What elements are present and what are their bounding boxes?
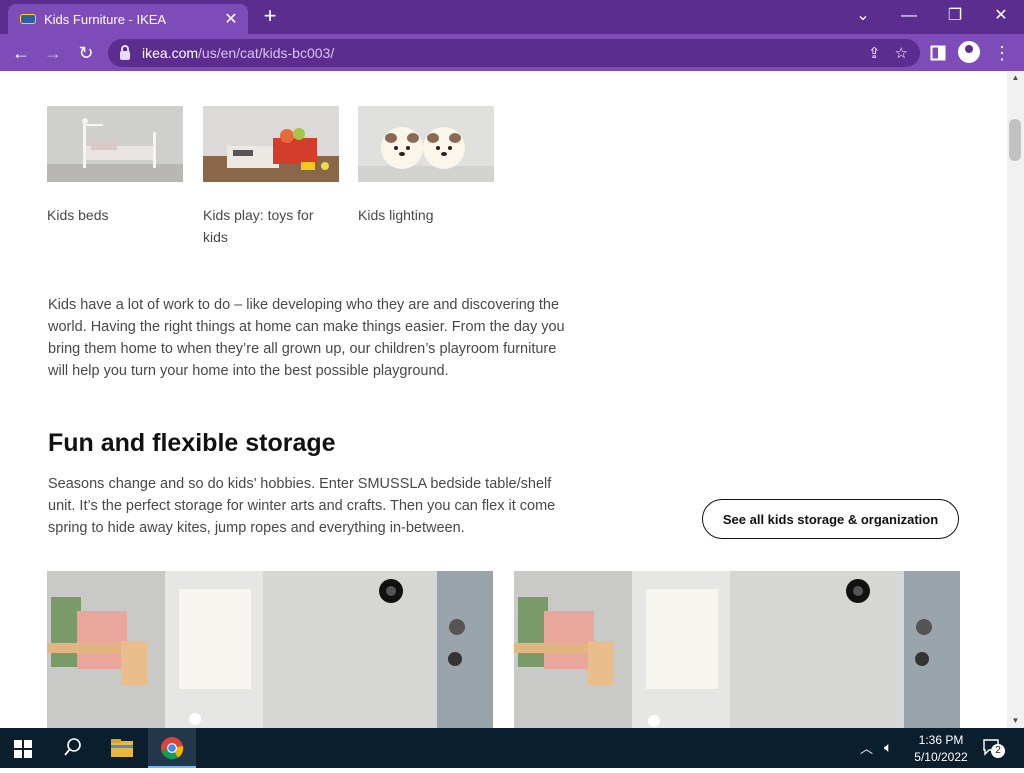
taskbar-clock[interactable]: 1:36 PM 5/10/2022 [912,733,970,764]
file-explorer-icon[interactable] [98,728,146,768]
window-close-button[interactable]: ✕ [978,2,1024,30]
tray-chevron-up-icon[interactable]: ︿ [860,738,873,757]
section-heading: Fun and flexible storage [48,429,336,457]
kids-play-image[interactable] [203,106,339,182]
window-minimize-button[interactable]: — [886,2,932,30]
new-tab-button[interactable]: + [258,4,282,28]
chrome-taskbar-icon[interactable] [148,728,196,768]
ikea-favicon-icon [20,14,36,24]
url-text[interactable]: ikea.com/us/en/cat/kids-bc003/ [142,45,854,61]
category-label[interactable]: Kids beds [47,204,183,226]
taskbar-time: 1:36 PM [918,733,964,747]
browser-tab-active[interactable]: Kids Furniture - IKEA ✕ [8,4,248,34]
chrome-menu-icon[interactable]: ⋮ [989,40,1015,66]
tab-title: Kids Furniture - IKEA [44,11,167,27]
address-bar[interactable]: ikea.com/us/en/cat/kids-bc003/ ⇪ ☆ [108,39,920,67]
page-viewport: Kids beds Kids play: toys for kids Kids … [0,71,1007,728]
category-card-kids-play[interactable]: Kids play: toys for kids [203,106,339,248]
page-scrollbar[interactable]: ▲ ▼ [1007,71,1024,728]
storage-photo-left[interactable] [47,571,493,728]
share-icon[interactable]: ⇪ [868,44,881,62]
see-all-storage-button[interactable]: See all kids storage & organization [702,499,959,539]
forward-arrow-icon[interactable]: → [40,40,66,66]
section-description: Seasons change and so do kids’ hobbies. … [48,476,556,536]
browser-toolbar: ← → ↻ ikea.com/us/en/cat/kids-bc003/ ⇪ ☆… [0,34,1024,71]
category-label[interactable]: Kids play: toys for kids [203,204,339,248]
notification-center-icon[interactable]: 2 [982,738,1006,758]
intro-paragraph: Kids have a lot of work to do – like dev… [48,297,565,379]
volume-icon[interactable]: 🔈︎ [884,739,892,756]
notification-badge: 2 [991,744,1005,758]
back-arrow-icon[interactable]: ← [8,40,34,66]
windows-taskbar: ︿ 🔈︎ 1:36 PM 5/10/2022 2 [0,728,1024,768]
kids-lighting-image[interactable] [358,106,494,182]
kids-beds-image[interactable] [47,106,183,182]
taskbar-date: 5/10/2022 [914,750,968,764]
scroll-down-arrow-icon[interactable]: ▼ [1007,714,1024,728]
profile-avatar[interactable] [958,41,980,63]
tab-close-icon[interactable]: ✕ [222,9,240,29]
storage-photo-right[interactable] [514,571,960,728]
scroll-thumb[interactable] [1009,119,1021,161]
tab-search-dropdown-icon[interactable]: ⌄ [840,2,886,30]
window-restore-button[interactable]: ❐ [932,2,978,30]
lock-icon [120,44,130,60]
search-icon[interactable] [48,728,96,768]
category-card-kids-lighting[interactable]: Kids lighting [358,106,494,226]
scroll-up-arrow-icon[interactable]: ▲ [1007,71,1024,85]
category-card-kids-beds[interactable]: Kids beds [47,106,183,226]
side-panel-icon[interactable] [925,40,951,66]
category-label[interactable]: Kids lighting [358,204,494,226]
reload-icon[interactable]: ↻ [73,40,99,66]
bookmark-star-icon[interactable]: ☆ [895,44,908,62]
windows-start-icon[interactable] [14,740,32,758]
browser-titlebar: Kids Furniture - IKEA ✕ + ⌄ — ❐ ✕ [0,0,1024,34]
